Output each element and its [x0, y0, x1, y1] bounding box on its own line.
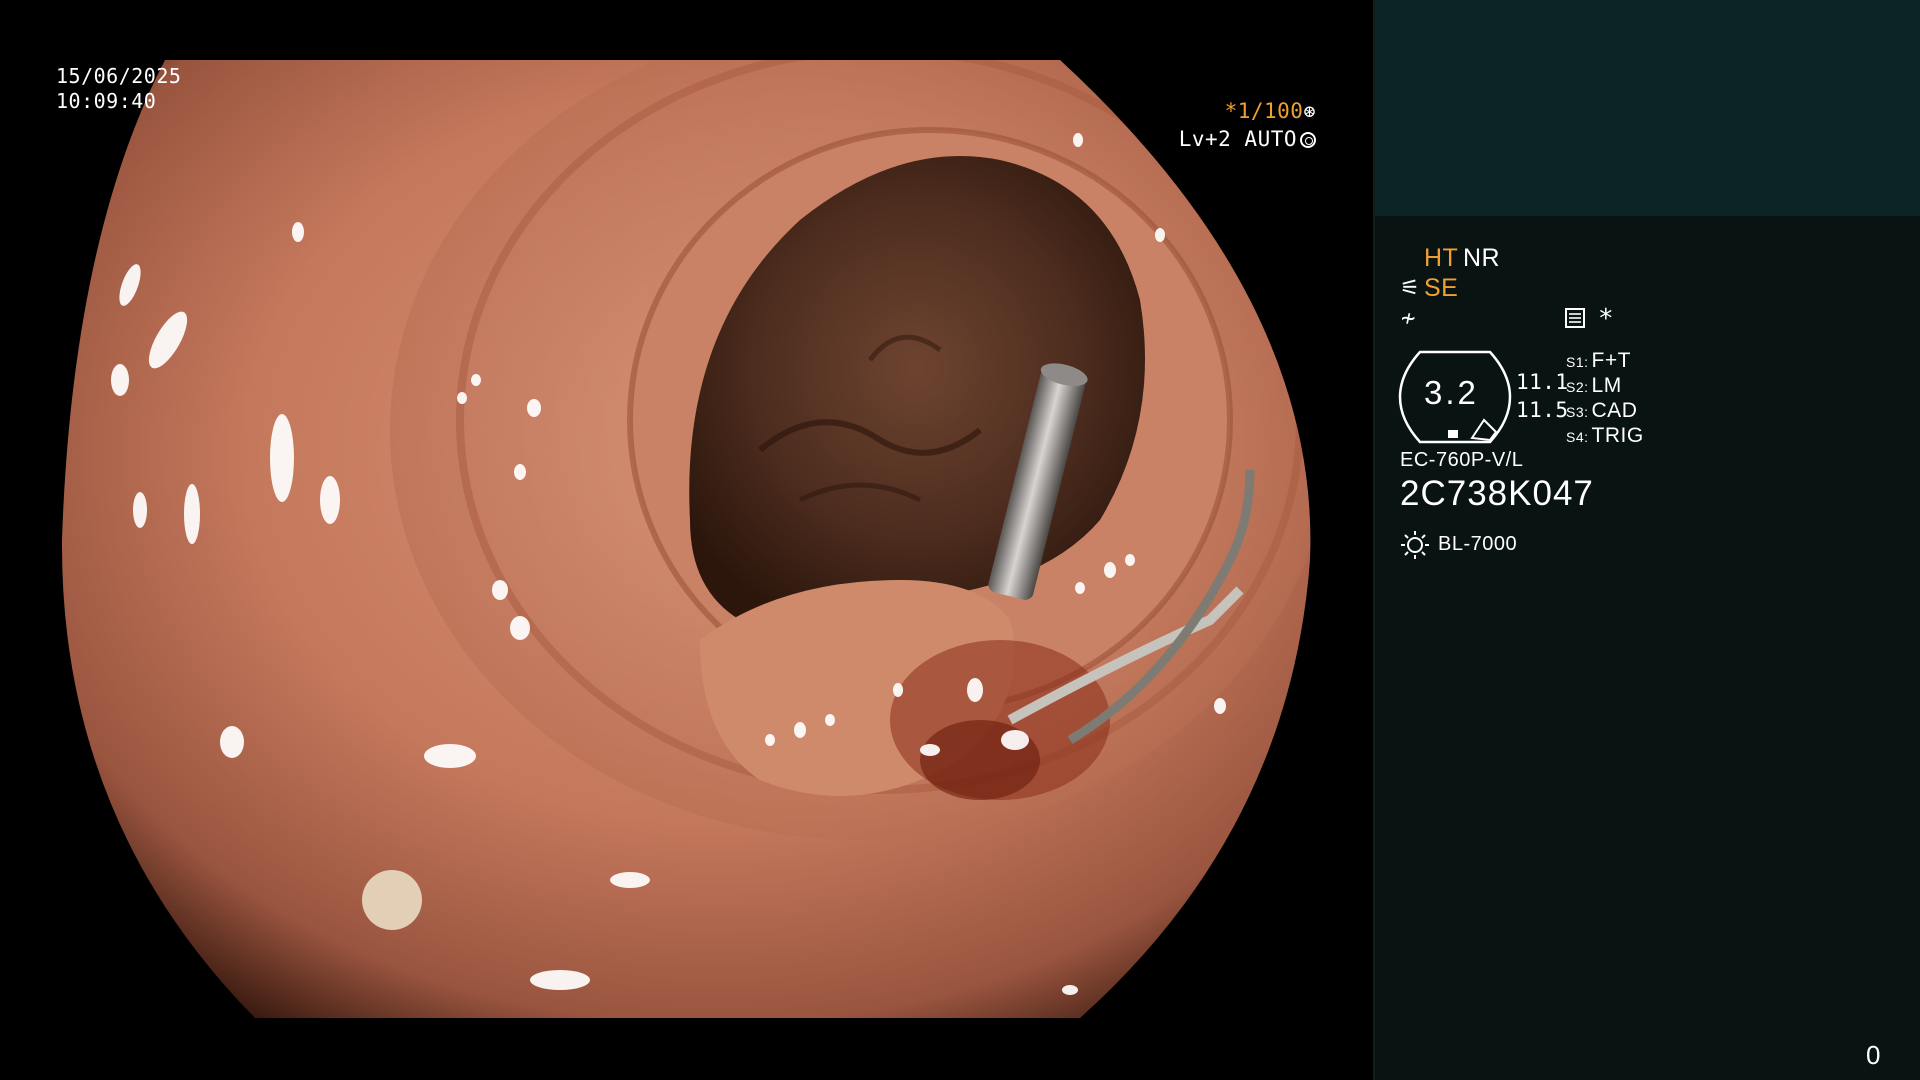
switch-3: S3: CAD — [1566, 398, 1637, 425]
noise-reduction-label: NR — [1463, 244, 1501, 272]
switch-1-value: F+T — [1591, 349, 1631, 372]
status-panel — [1373, 216, 1920, 1080]
star-indicator: * — [1598, 304, 1615, 334]
image-counter: 0 — [1866, 1040, 1881, 1070]
light-source-label: BL-7000 — [1438, 533, 1518, 555]
panel-divider — [1373, 0, 1375, 1080]
scope-model: EC-760P-V/L — [1400, 449, 1524, 471]
reading-2: 11.5 — [1516, 398, 1569, 422]
switch-4-value: TRIG — [1591, 424, 1644, 447]
reading-1: 11.1 — [1516, 370, 1569, 394]
structure-enhance-icon: ⚟ — [1400, 276, 1421, 301]
memo-icon — [1565, 308, 1585, 328]
switch-1: S1: F+T — [1566, 348, 1631, 375]
switch-1-key: S1: — [1566, 354, 1589, 370]
scope-value: 3.2 — [1424, 374, 1479, 411]
switch-4-key: S4: — [1566, 429, 1589, 445]
aperture-icon: ⊛ — [1303, 99, 1316, 123]
brightness-level-row: Lv+2 AUTO — [1179, 127, 1316, 151]
switch-2-value: LM — [1591, 374, 1622, 397]
brightness-level: Lv+2 — [1178, 127, 1232, 151]
switch-2: S2: LM — [1566, 373, 1622, 400]
freeze-icon: ≁ — [1401, 304, 1416, 332]
switch-3-key: S3: — [1566, 404, 1589, 420]
structure-enhance-label: SE — [1424, 274, 1459, 302]
endoscopy-monitor: 15/06/2025 10:09:40 *1/100⊛ Lv+2 AUTO HT… — [0, 0, 1920, 1080]
time-display: 10:09:40 — [56, 89, 157, 113]
shutter-speed: *1/100 — [1224, 99, 1304, 123]
endoscopic-video-view — [0, 0, 1373, 1080]
shutter-speed-row: *1/100⊛ — [1225, 99, 1316, 123]
hue-enhancement-label: HT — [1424, 244, 1459, 272]
switch-3-value: CAD — [1591, 399, 1638, 422]
switch-2-key: S2: — [1566, 379, 1589, 395]
iris-mode: AUTO — [1244, 127, 1297, 151]
iris-icon — [1300, 132, 1316, 148]
thumbnail-panel — [1373, 0, 1920, 216]
scope-serial-number: 2C738K047 — [1400, 474, 1594, 513]
endoscopic-image — [61, 60, 1311, 1018]
date-display: 15/06/2025 — [56, 64, 182, 88]
switch-4: S4: TRIG — [1566, 423, 1644, 450]
light-source-icon — [1401, 531, 1429, 559]
